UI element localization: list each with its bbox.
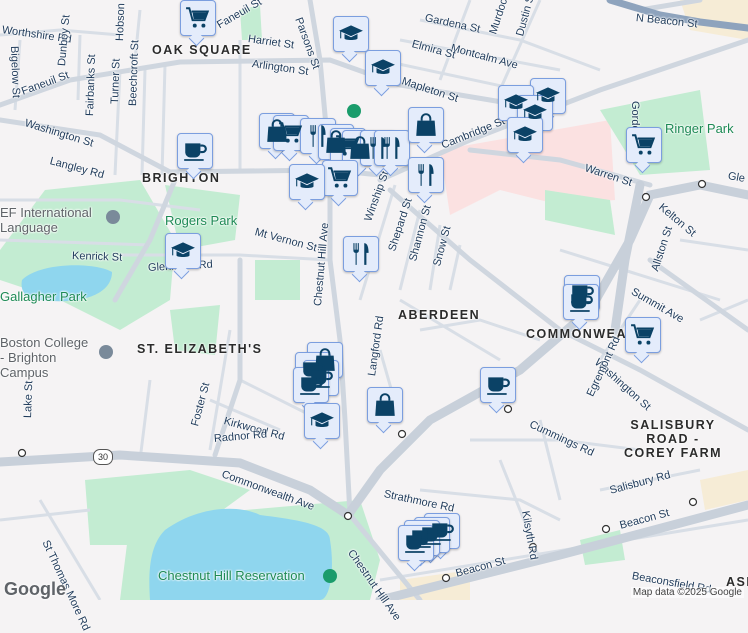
street-label: Lake St <box>22 380 36 419</box>
school-marker[interactable] <box>365 50 401 86</box>
coffee-cup-icon <box>485 372 511 398</box>
street-label: Bigelow St <box>8 45 22 99</box>
cafe-marker[interactable] <box>480 367 516 403</box>
restaurant-marker[interactable] <box>343 236 379 272</box>
google-logo: Google <box>4 579 66 599</box>
shopping-marker[interactable] <box>367 387 403 423</box>
utensils-icon <box>379 135 405 161</box>
cafe-marker[interactable] <box>177 133 213 169</box>
coffee-cup-icon <box>568 289 594 315</box>
poi-boston-college-brighton[interactable]: Boston College - Brighton Campus <box>0 335 95 380</box>
coffee-cup-icon <box>182 138 208 164</box>
restaurant-marker[interactable] <box>374 130 410 166</box>
shopping-marker[interactable] <box>408 107 444 143</box>
graduation-cap-icon <box>294 169 320 195</box>
park-gallagher: Gallagher Park <box>0 289 87 304</box>
cart-icon <box>630 322 656 348</box>
school-marker[interactable] <box>507 117 543 153</box>
neighborhood-brighton: BRIGHTON <box>142 171 221 185</box>
school-marker[interactable] <box>333 16 369 52</box>
utensils-icon <box>413 162 439 188</box>
neighborhood-st-elizabeths: ST. ELIZABETH'S <box>137 342 263 356</box>
poi-ef-international[interactable]: EF International Language Campus... <box>0 205 100 235</box>
graduation-cap-icon <box>170 238 196 264</box>
cafe-marker[interactable] <box>398 525 434 561</box>
coffee-cup-icon <box>298 372 324 398</box>
neighborhood-aberdeen: ABERDEEN <box>398 308 481 322</box>
cart-icon <box>327 165 353 191</box>
school-marker[interactable] <box>304 403 340 439</box>
neighborhood-oak-square: OAK SQUARE <box>152 43 252 57</box>
cafe-marker[interactable] <box>293 367 329 403</box>
park-chestnut-hill-reservation: Chestnut Hill Reservation <box>158 568 305 583</box>
coffee-cup-icon <box>403 530 429 556</box>
cart-icon <box>185 5 211 31</box>
graduation-cap-icon <box>370 55 396 81</box>
park-ringer: Ringer Park <box>665 121 734 136</box>
neighborhood-salisbury-road: SALISBURY ROAD - COREY FARM <box>623 418 723 460</box>
utensils-icon <box>348 241 374 267</box>
cafe-marker[interactable] <box>563 284 599 320</box>
street-label: Turner St <box>109 58 123 105</box>
school-marker[interactable] <box>165 233 201 269</box>
street-label: Fairbanks St <box>84 54 99 117</box>
street-label: Hobson St <box>114 0 128 42</box>
street-label: Beechcroft St <box>127 39 142 107</box>
grocery-marker[interactable] <box>180 0 216 36</box>
grocery-marker[interactable] <box>273 115 309 151</box>
grocery-marker[interactable] <box>626 127 662 163</box>
school-marker[interactable] <box>289 164 325 200</box>
graduation-cap-icon <box>512 122 538 148</box>
cart-icon <box>278 120 304 146</box>
street-label: Kenrick St <box>71 250 123 264</box>
map-attribution[interactable]: Map data ©2025 Google <box>630 587 744 598</box>
grocery-marker[interactable] <box>625 317 661 353</box>
restaurant-marker[interactable] <box>408 157 444 193</box>
shopping-bag-icon <box>372 392 398 418</box>
graduation-cap-icon <box>309 408 335 434</box>
grocery-marker[interactable] <box>322 160 358 196</box>
graduation-cap-icon <box>338 21 364 47</box>
cart-icon <box>631 132 657 158</box>
park-rogers: Rogers Park <box>165 213 238 228</box>
route-30-shield: 30 <box>93 449 113 465</box>
shopping-bag-icon <box>413 112 439 138</box>
